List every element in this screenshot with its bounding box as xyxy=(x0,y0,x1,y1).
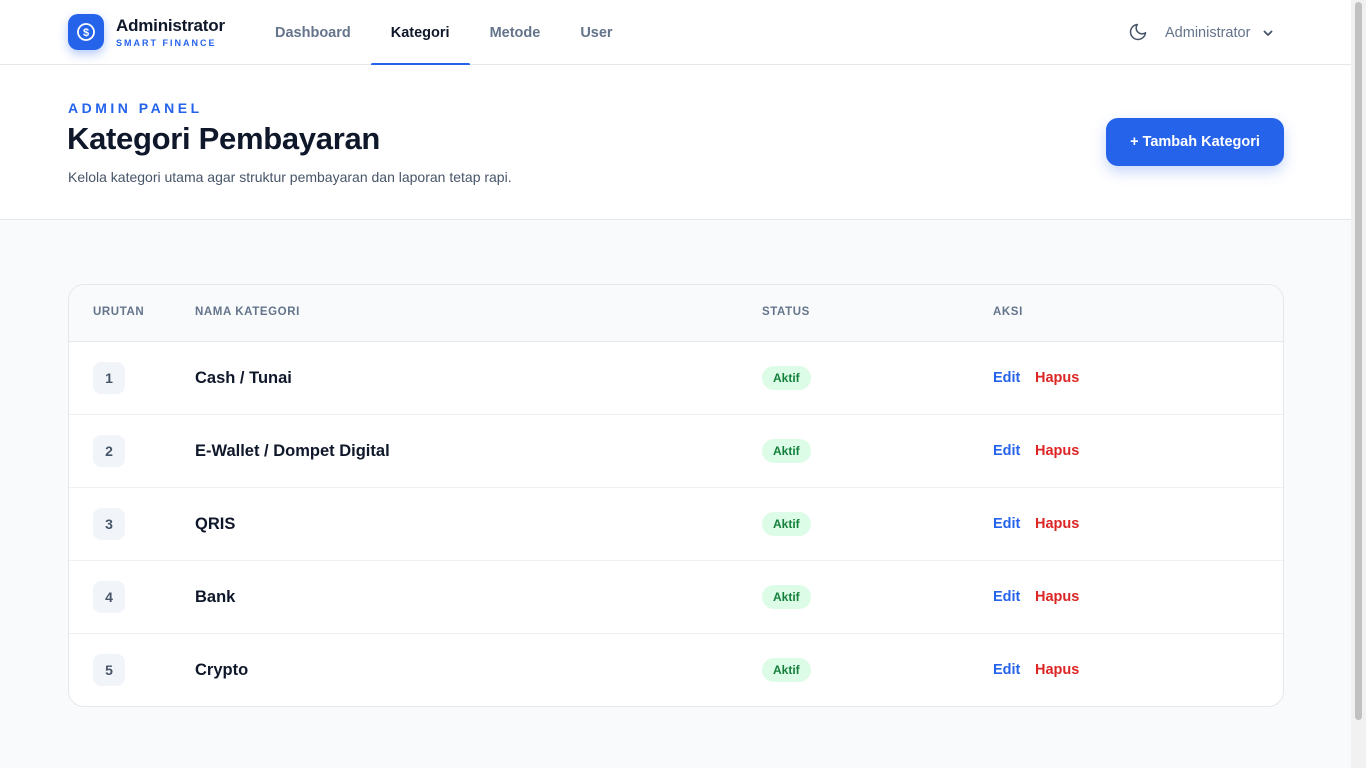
category-name: Cash / Tunai xyxy=(195,369,292,387)
page-scrollbar[interactable] xyxy=(1351,0,1366,768)
edit-link[interactable]: Edit xyxy=(993,443,1020,459)
table-row: 2 E-Wallet / Dompet Digital Aktif Edit H… xyxy=(69,415,1283,488)
chevron-down-icon xyxy=(1264,30,1273,36)
tab-kategori[interactable]: Kategori xyxy=(370,0,470,66)
table-row: 1 Cash / Tunai Aktif Edit Hapus xyxy=(69,342,1283,415)
brand-subtitle: SMART FINANCE xyxy=(116,38,217,48)
delete-link[interactable]: Hapus xyxy=(1035,443,1079,459)
edit-link[interactable]: Edit xyxy=(993,370,1020,386)
column-header-order: URUTAN xyxy=(93,306,145,318)
edit-link[interactable]: Edit xyxy=(993,516,1020,532)
order-badge: 5 xyxy=(93,654,125,686)
table-row: 3 QRIS Aktif Edit Hapus xyxy=(69,488,1283,561)
svg-text:$: $ xyxy=(83,27,89,39)
delete-link[interactable]: Hapus xyxy=(1035,516,1079,532)
add-category-button[interactable]: + Tambah Kategori xyxy=(1106,118,1284,166)
page-title: Kategori Pembayaran xyxy=(67,121,381,156)
status-badge: Aktif xyxy=(762,658,811,682)
table-header: URUTAN NAMA KATEGORI STATUS AKSI xyxy=(69,285,1283,342)
order-badge: 4 xyxy=(93,581,125,613)
main-nav: Dashboard Kategori Metode User xyxy=(255,0,633,66)
category-name: QRIS xyxy=(195,515,236,533)
edit-link[interactable]: Edit xyxy=(993,662,1020,678)
brand-logo[interactable]: $ xyxy=(68,14,104,50)
page-header: ADMIN PANEL Kategori Pembayaran Kelola k… xyxy=(0,65,1351,220)
order-badge: 3 xyxy=(93,508,125,540)
page-description: Kelola kategori utama agar struktur pemb… xyxy=(68,169,512,185)
page-eyebrow: ADMIN PANEL xyxy=(68,100,203,116)
column-header-name: NAMA KATEGORI xyxy=(195,306,300,318)
column-header-status: STATUS xyxy=(762,306,810,318)
order-badge: 2 xyxy=(93,435,125,467)
status-badge: Aktif xyxy=(762,366,811,390)
order-badge: 1 xyxy=(93,362,125,394)
tab-dashboard[interactable]: Dashboard xyxy=(255,0,371,65)
brand-title: Administrator xyxy=(116,16,225,35)
status-badge: Aktif xyxy=(762,439,811,463)
delete-link[interactable]: Hapus xyxy=(1035,589,1079,605)
dollar-coin-icon: $ xyxy=(77,23,95,41)
user-name: Administrator xyxy=(1165,24,1251,41)
tab-metode[interactable]: Metode xyxy=(470,0,561,65)
table-row: 5 Crypto Aktif Edit Hapus xyxy=(69,634,1283,706)
category-table: URUTAN NAMA KATEGORI STATUS AKSI 1 Cash … xyxy=(68,284,1284,707)
status-badge: Aktif xyxy=(762,585,811,609)
tab-user[interactable]: User xyxy=(560,0,632,65)
theme-toggle-button[interactable] xyxy=(1128,22,1148,42)
moon-icon xyxy=(1129,23,1147,41)
user-menu[interactable]: Administrator xyxy=(1165,0,1274,65)
status-badge: Aktif xyxy=(762,512,811,536)
scrollbar-thumb[interactable] xyxy=(1355,2,1362,720)
category-name: E-Wallet / Dompet Digital xyxy=(195,442,390,460)
category-name: Bank xyxy=(195,588,236,606)
delete-link[interactable]: Hapus xyxy=(1035,662,1079,678)
delete-link[interactable]: Hapus xyxy=(1035,370,1079,386)
category-name: Crypto xyxy=(195,661,249,679)
edit-link[interactable]: Edit xyxy=(993,589,1020,605)
column-header-actions: AKSI xyxy=(993,306,1023,318)
table-row: 4 Bank Aktif Edit Hapus xyxy=(69,561,1283,634)
top-navbar: $ Administrator SMART FINANCE Dashboard … xyxy=(0,0,1351,66)
